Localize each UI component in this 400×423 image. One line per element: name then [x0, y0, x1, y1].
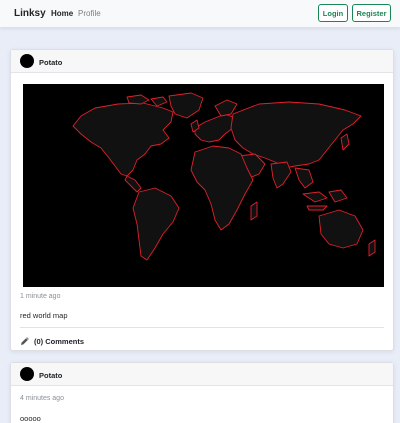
pencil-icon	[21, 337, 29, 345]
world-map-image	[23, 84, 384, 287]
avatar[interactable]	[20, 367, 34, 381]
post-timestamp: 4 minutes ago	[20, 395, 64, 402]
nav-link-profile[interactable]: Profile	[78, 9, 101, 18]
post-card: Potato 4 minutes ago ooooo	[10, 362, 394, 423]
navbar: Linksy Home Profile Login Register	[0, 0, 400, 28]
post-author[interactable]: Potato	[39, 58, 62, 67]
divider	[20, 327, 384, 328]
avatar[interactable]	[20, 54, 34, 68]
post-header: Potato	[11, 50, 393, 73]
post-card: Potato 1 minute ago red world map (0) Co…	[10, 49, 394, 351]
post-caption: ooooo	[20, 414, 41, 423]
nav-link-home[interactable]: Home	[51, 9, 73, 18]
comments-link[interactable]: (0) Comments	[20, 335, 84, 347]
register-button[interactable]: Register	[352, 4, 391, 22]
comments-label: (0) Comments	[34, 336, 85, 346]
post-header: Potato	[11, 363, 393, 386]
post-caption: red world map	[20, 311, 68, 320]
brand-logo[interactable]: Linksy	[14, 8, 46, 19]
post-timestamp: 1 minute ago	[20, 293, 61, 300]
login-button[interactable]: Login	[318, 4, 348, 22]
post-image[interactable]	[23, 84, 384, 287]
post-author[interactable]: Potato	[39, 371, 62, 380]
